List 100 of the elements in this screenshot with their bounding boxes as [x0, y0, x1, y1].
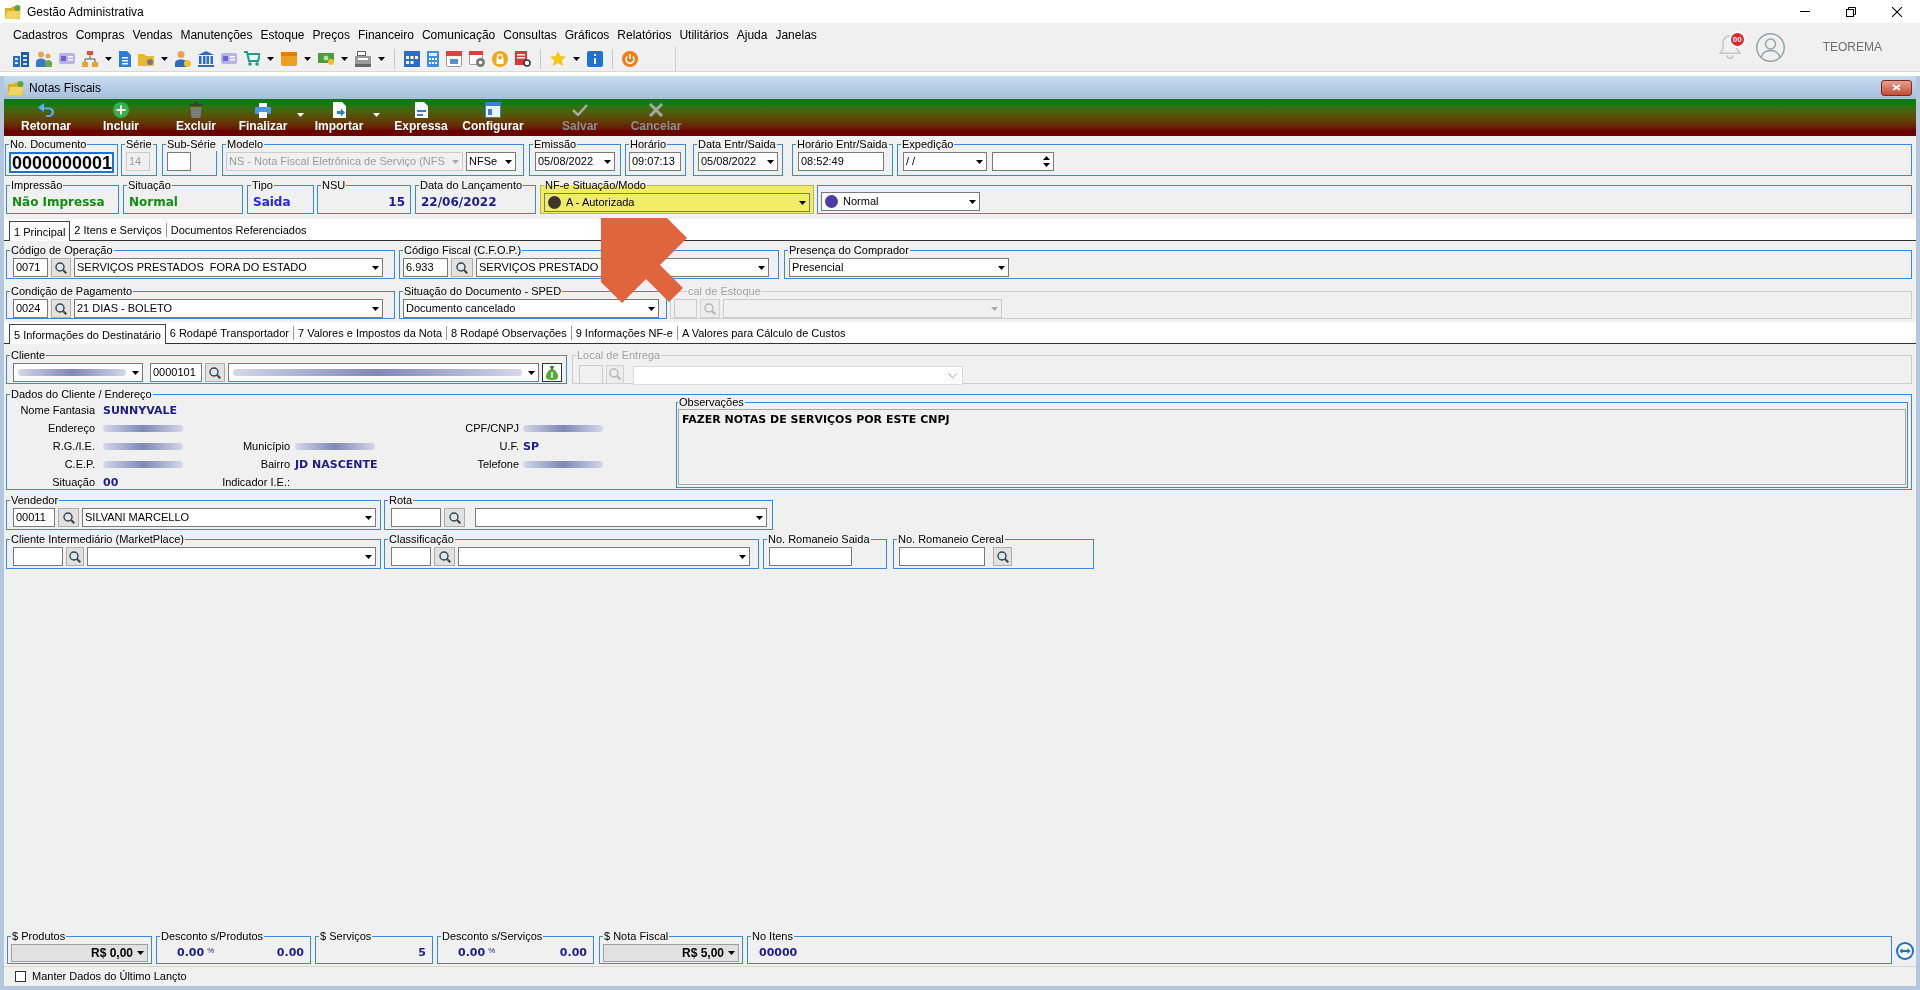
menu-item[interactable]: Relatórios	[613, 24, 676, 45]
menu-item[interactable]: Manutenções	[176, 24, 257, 45]
dropdown[interactable]: / /	[903, 152, 987, 171]
search-button[interactable]	[205, 363, 225, 382]
search-button[interactable]	[58, 508, 79, 527]
toolbar-button[interactable]: Finalizar	[231, 99, 295, 136]
dropdown[interactable]	[87, 547, 376, 566]
tab[interactable]: Documentos Referenciados	[165, 223, 311, 237]
dropdown[interactable]: NFSe	[466, 152, 516, 171]
search-button[interactable]	[51, 299, 71, 318]
dropdown[interactable]: SERVIÇOS PRESTADOS FORA DO ESTADO	[74, 258, 383, 277]
cash-register-icon[interactable]	[355, 50, 371, 67]
toolbar-button[interactable]: Expressa	[389, 99, 453, 136]
caret-icon[interactable]	[161, 56, 168, 61]
tab[interactable]: 1 Principal	[9, 221, 71, 241]
caret-icon[interactable]	[105, 56, 112, 61]
calendar-gear-icon[interactable]	[469, 50, 485, 67]
caret-icon[interactable]	[341, 56, 348, 61]
toolbar-button[interactable]: Importar	[307, 99, 371, 136]
dropdown[interactable]: R$ 5,00	[603, 944, 739, 962]
tab[interactable]: A Valores para Cálculo de Custos	[676, 326, 850, 340]
menu-item[interactable]: Consultas	[499, 24, 561, 45]
info-icon[interactable]	[587, 50, 603, 67]
buildings-icon[interactable]	[13, 50, 29, 67]
menu-item[interactable]: Janelas	[771, 24, 821, 45]
dropdown[interactable]	[228, 363, 539, 382]
dropdown[interactable]: SILVANI MARCELLO	[82, 508, 376, 527]
dropdown[interactable]: Presencial	[789, 258, 1009, 277]
star-icon[interactable]	[550, 51, 566, 66]
tab[interactable]: 5 Informações do Destinatário	[9, 324, 166, 344]
cart-icon[interactable]	[244, 51, 260, 66]
id-card-icon[interactable]	[221, 53, 237, 64]
tab[interactable]: 8 Rodapé Observações	[446, 326, 571, 340]
dropdown[interactable]	[458, 547, 750, 566]
input-field[interactable]	[391, 508, 441, 527]
money-bag-button[interactable]	[542, 363, 562, 382]
input-field[interactable]: 08:52:49	[798, 152, 884, 171]
dropdown[interactable]	[475, 508, 767, 527]
input-field[interactable]: 09:07:13	[629, 152, 681, 171]
bank-icon[interactable]	[198, 50, 214, 67]
search-button[interactable]	[66, 547, 84, 566]
menu-item[interactable]: Preços	[308, 24, 354, 45]
input-field[interactable]: 0000101	[150, 363, 202, 382]
input-field[interactable]	[13, 547, 63, 566]
dropdown[interactable]: 05/08/2022	[698, 152, 778, 171]
caret-icon[interactable]	[373, 113, 380, 117]
menu-item[interactable]: Cadastros	[9, 24, 72, 45]
dropdown[interactable]: 05/08/2022	[535, 152, 615, 171]
dropdown[interactable]	[13, 363, 143, 382]
caret-icon[interactable]	[297, 113, 304, 117]
dropdown[interactable]: A - Autorizada	[544, 193, 810, 212]
id-card-icon[interactable]	[59, 53, 75, 64]
bell-icon[interactable]	[1718, 35, 1741, 59]
search-button[interactable]	[434, 547, 455, 566]
menu-item[interactable]: Estoque	[256, 24, 309, 45]
toolbar-button[interactable]: Configurar	[458, 99, 528, 136]
checkbox[interactable]	[15, 971, 26, 982]
folder-icon[interactable]	[138, 51, 154, 66]
person-coin-icon[interactable]	[175, 50, 191, 67]
power-icon[interactable]	[622, 50, 638, 67]
document-number-field[interactable]: 0000000001	[9, 152, 114, 173]
input-field[interactable]	[899, 547, 985, 566]
tab[interactable]: 9 Informações NF-e	[570, 326, 677, 340]
tab[interactable]: 6 Rodapé Transportador	[165, 326, 293, 340]
caret-icon[interactable]	[304, 56, 311, 61]
input-field[interactable]: 6.933	[403, 258, 448, 277]
input-field[interactable]	[391, 547, 431, 566]
hierarchy-icon[interactable]	[82, 50, 98, 67]
dropdown[interactable]: Documento cancelado	[403, 299, 659, 318]
money-icon[interactable]	[318, 52, 334, 65]
search-button[interactable]	[444, 508, 465, 527]
tab[interactable]: 2 Itens e Serviços	[70, 223, 166, 237]
menu-item[interactable]: Financeiro	[353, 24, 418, 45]
double-arrow-icon[interactable]	[1896, 942, 1914, 960]
toolbar-button[interactable]: Excluir	[164, 99, 228, 136]
caret-icon[interactable]	[573, 56, 580, 61]
spin-field[interactable]	[992, 152, 1054, 171]
caret-icon[interactable]	[267, 56, 274, 61]
toolbar-button[interactable]: Incluir	[89, 99, 153, 136]
calculator-icon[interactable]	[427, 50, 439, 67]
document-icon[interactable]	[119, 50, 131, 67]
menu-item[interactable]: Compras	[71, 24, 129, 45]
input-field[interactable]: 0071	[13, 258, 48, 277]
menu-item[interactable]: Vendas	[128, 24, 177, 45]
dropdown[interactable]: R$ 0,00	[11, 944, 148, 962]
calendar-grid-icon[interactable]	[404, 50, 420, 67]
caret-icon[interactable]	[378, 56, 385, 61]
menu-item[interactable]: Utilitários	[675, 24, 733, 45]
search-button[interactable]	[51, 258, 71, 277]
report-icon[interactable]	[515, 50, 531, 67]
menu-item[interactable]: Gráficos	[560, 24, 614, 45]
input-field[interactable]: 00011	[13, 508, 55, 527]
box-icon[interactable]	[281, 51, 297, 66]
people-icon[interactable]	[36, 50, 52, 67]
menu-item[interactable]: Ajuda	[732, 24, 772, 45]
input-field[interactable]	[167, 152, 191, 171]
input-field[interactable]: 0024	[13, 299, 48, 318]
input-field[interactable]	[769, 547, 852, 566]
dropdown[interactable]: Normal	[821, 192, 980, 211]
menu-item[interactable]: Comunicação	[417, 24, 500, 45]
